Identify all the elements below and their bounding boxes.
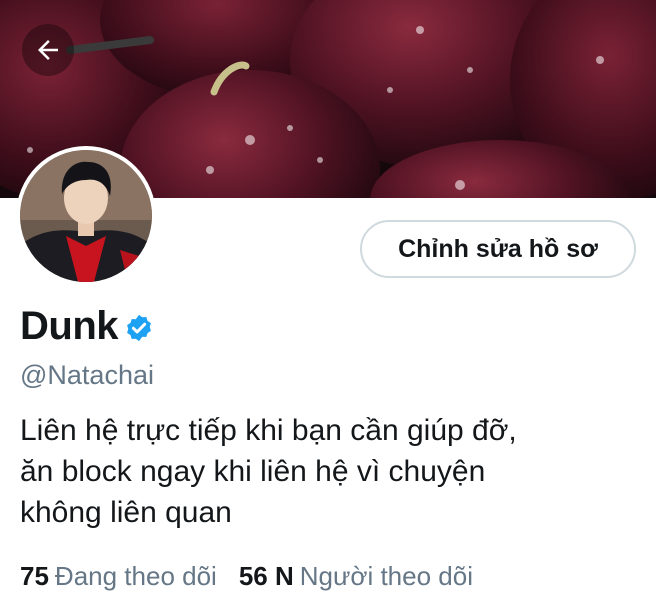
- bio-line: ăn block ngay khi liên hệ vì chuyện: [20, 455, 486, 488]
- profile-bio: Liên hệ trực tiếp khi bạn cần giúp đỡ, ă…: [20, 410, 640, 533]
- name-row: Dunk: [20, 304, 154, 349]
- bio-line: không liên quan: [20, 496, 232, 529]
- bio-line: Liên hệ trực tiếp khi bạn cần giúp đỡ,: [20, 414, 517, 447]
- avatar-image: [20, 150, 152, 282]
- edit-profile-button[interactable]: Chỉnh sửa hồ sơ: [360, 220, 636, 278]
- following-link[interactable]: 75 Đang theo dõi: [20, 561, 217, 592]
- avatar-border: [16, 146, 156, 286]
- following-label: Đang theo dõi: [54, 561, 217, 591]
- followers-label: Người theo dõi: [299, 561, 473, 591]
- followers-link[interactable]: 56 N Người theo dõi: [239, 561, 473, 592]
- following-count: 75: [20, 561, 49, 591]
- verified-badge-icon: [127, 314, 151, 341]
- display-name: Dunk: [20, 304, 119, 348]
- followers-count: 56 N: [238, 561, 294, 591]
- profile-stats: 75 Đang theo dõi 56 N Người theo dõi: [20, 561, 473, 592]
- profile-handle: @Natachai: [20, 360, 154, 390]
- back-button[interactable]: [22, 24, 74, 76]
- avatar[interactable]: [20, 150, 152, 282]
- arrow-left-icon: [38, 40, 58, 60]
